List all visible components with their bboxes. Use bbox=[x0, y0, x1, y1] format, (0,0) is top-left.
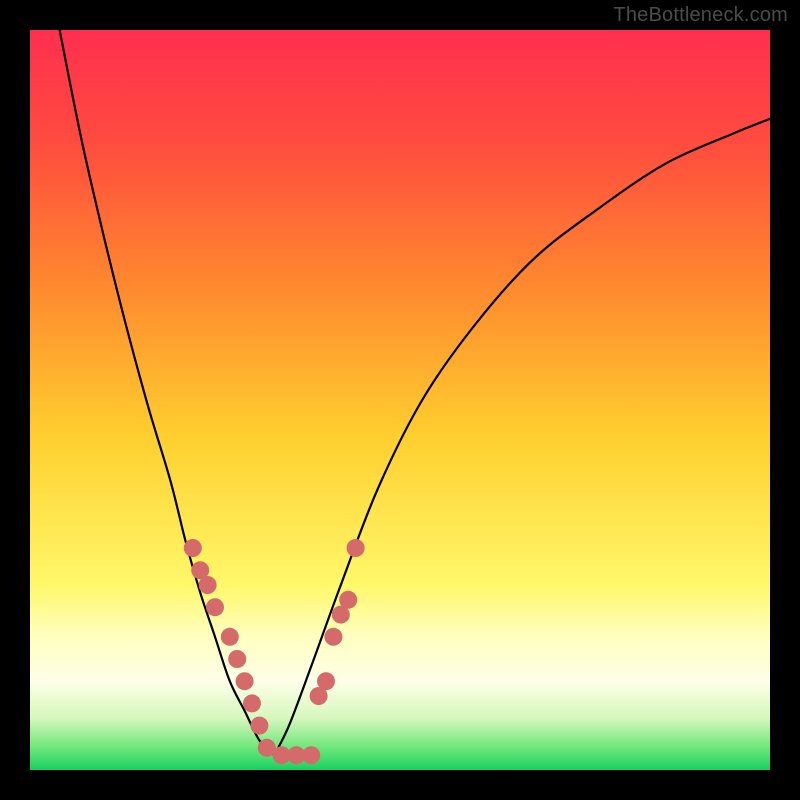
scatter-dot bbox=[199, 576, 217, 594]
scatter-dot bbox=[302, 746, 320, 764]
plot-svg bbox=[30, 30, 770, 770]
scatter-dot bbox=[250, 717, 268, 735]
scatter-dot bbox=[243, 694, 261, 712]
scatter-dot bbox=[347, 539, 365, 557]
watermark-text: TheBottleneck.com bbox=[613, 4, 788, 27]
scatter-dot bbox=[236, 672, 254, 690]
scatter-dot bbox=[324, 628, 342, 646]
scatter-dot bbox=[228, 650, 246, 668]
frame-border-left bbox=[0, 0, 30, 800]
chart-frame: TheBottleneck.com bbox=[0, 0, 800, 800]
plot-area bbox=[30, 30, 770, 770]
frame-border-right bbox=[770, 0, 800, 800]
scatter-dot bbox=[317, 672, 335, 690]
scatter-dot bbox=[221, 628, 239, 646]
scatter-dot bbox=[184, 539, 202, 557]
scatter-dot bbox=[206, 598, 224, 616]
scatter-dot bbox=[339, 591, 357, 609]
gradient-bg bbox=[30, 30, 770, 770]
frame-border-bottom bbox=[0, 770, 800, 800]
